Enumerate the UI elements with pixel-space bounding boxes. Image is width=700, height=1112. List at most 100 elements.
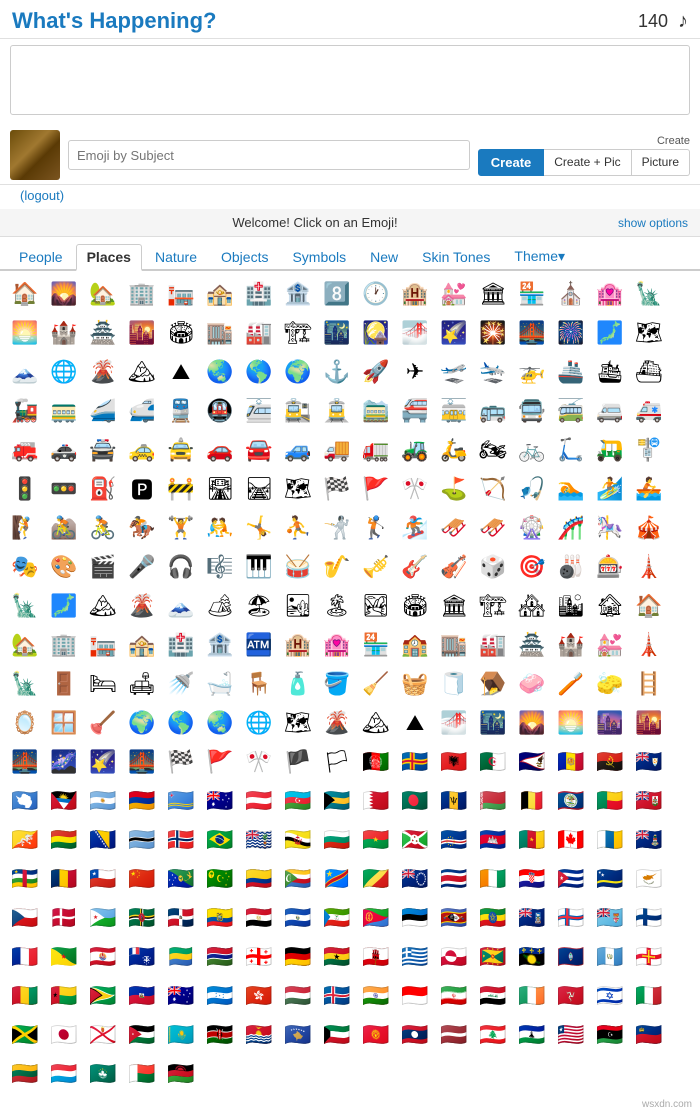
- emoji-item[interactable]: 🇨🇰: [396, 860, 434, 898]
- emoji-item[interactable]: 🇦🇴: [591, 743, 629, 781]
- emoji-item[interactable]: 🚔: [84, 431, 122, 469]
- emoji-item[interactable]: 🏔: [123, 353, 161, 391]
- emoji-item[interactable]: 🌍: [279, 353, 317, 391]
- emoji-item[interactable]: 🏟: [162, 314, 200, 352]
- logout-link[interactable]: (logout): [10, 186, 64, 203]
- emoji-item[interactable]: 🏥: [240, 275, 278, 313]
- emoji-item[interactable]: 🇦🇬: [45, 782, 83, 820]
- emoji-item[interactable]: 🇬🇾: [84, 977, 122, 1015]
- emoji-item[interactable]: 🇧🇼: [123, 821, 161, 859]
- emoji-item[interactable]: 🇨🇼: [591, 860, 629, 898]
- emoji-item[interactable]: 🚍: [513, 392, 551, 430]
- emoji-item[interactable]: 🗻: [162, 587, 200, 625]
- emoji-item[interactable]: 🌍: [123, 704, 161, 742]
- emoji-item[interactable]: 🇭🇷: [513, 860, 551, 898]
- emoji-item[interactable]: 🏧: [240, 626, 278, 664]
- emoji-item[interactable]: 🇬🇫: [45, 938, 83, 976]
- emoji-item[interactable]: 🌐: [45, 353, 83, 391]
- emoji-item[interactable]: 🚑: [630, 392, 668, 430]
- emoji-item[interactable]: 🇮🇹: [630, 977, 668, 1015]
- emoji-item[interactable]: 💒: [435, 275, 473, 313]
- emoji-item[interactable]: 🎇: [474, 314, 512, 352]
- emoji-item[interactable]: 🇫🇴: [552, 899, 590, 937]
- emoji-item[interactable]: ⛪: [552, 275, 590, 313]
- emoji-item[interactable]: 🏩: [591, 275, 629, 313]
- tab-objects[interactable]: Objects: [210, 244, 279, 269]
- emoji-item[interactable]: 🚄: [84, 392, 122, 430]
- emoji-item[interactable]: 🇮🇱: [591, 977, 629, 1015]
- emoji-item[interactable]: 🌇: [630, 704, 668, 742]
- emoji-item[interactable]: 🧹: [357, 665, 395, 703]
- emoji-item[interactable]: 🚕: [123, 431, 161, 469]
- emoji-item[interactable]: 🇬🇺: [552, 938, 590, 976]
- emoji-item[interactable]: ⛽: [84, 470, 122, 508]
- emoji-item[interactable]: 🚥: [45, 470, 83, 508]
- emoji-item[interactable]: 🎹: [240, 548, 278, 586]
- emoji-item[interactable]: 🇧🇴: [45, 821, 83, 859]
- create-pic-button[interactable]: Create + Pic: [544, 149, 631, 176]
- emoji-item[interactable]: 🇵🇫: [84, 938, 122, 976]
- emoji-item[interactable]: 🎆: [552, 314, 590, 352]
- emoji-item[interactable]: 🌐: [240, 704, 278, 742]
- emoji-item[interactable]: 🎰: [591, 548, 629, 586]
- emoji-item[interactable]: 🇱🇻: [435, 1016, 473, 1054]
- emoji-item[interactable]: 🏁: [318, 470, 356, 508]
- emoji-item[interactable]: 🚂: [6, 392, 44, 430]
- emoji-item[interactable]: 🚎: [552, 392, 590, 430]
- emoji-item[interactable]: 🌇: [123, 314, 161, 352]
- emoji-item[interactable]: 🇨🇩: [318, 860, 356, 898]
- emoji-item[interactable]: 🇰🇬: [357, 1016, 395, 1054]
- emoji-item[interactable]: 🏗: [279, 314, 317, 352]
- emoji-item[interactable]: 🚣: [630, 470, 668, 508]
- emoji-item[interactable]: 🏥: [162, 626, 200, 664]
- emoji-item[interactable]: 🌉: [6, 743, 44, 781]
- emoji-item[interactable]: 🎤: [123, 548, 161, 586]
- emoji-item[interactable]: 🇰🇮: [240, 1016, 278, 1054]
- emoji-item[interactable]: 🏤: [201, 275, 239, 313]
- emoji-item[interactable]: 🚜: [396, 431, 434, 469]
- emoji-item[interactable]: ⛴: [630, 353, 668, 391]
- emoji-item[interactable]: 🏬: [435, 626, 473, 664]
- emoji-item[interactable]: 🏠: [630, 587, 668, 625]
- emoji-item[interactable]: 🇦🇼: [162, 782, 200, 820]
- emoji-item[interactable]: 🇨🇷: [435, 860, 473, 898]
- emoji-item[interactable]: 🇱🇦: [396, 1016, 434, 1054]
- emoji-item[interactable]: 🇩🇯: [84, 899, 122, 937]
- emoji-item[interactable]: 🇰🇭: [474, 821, 512, 859]
- emoji-item[interactable]: 🏇: [123, 509, 161, 547]
- emoji-item[interactable]: 🧴: [279, 665, 317, 703]
- emoji-item[interactable]: 🚐: [591, 392, 629, 430]
- emoji-item[interactable]: 🇰🇼: [318, 1016, 356, 1054]
- emoji-item[interactable]: 🇪🇬: [240, 899, 278, 937]
- emoji-item[interactable]: ⚓: [318, 353, 356, 391]
- emoji-item[interactable]: 🇮🇸: [318, 977, 356, 1015]
- emoji-item[interactable]: 🇯🇲: [6, 1016, 44, 1054]
- emoji-item[interactable]: 🚈: [240, 392, 278, 430]
- emoji-item[interactable]: 🗼: [630, 548, 668, 586]
- emoji-item[interactable]: 🗺: [279, 470, 317, 508]
- emoji-item[interactable]: 🇩🇪: [279, 938, 317, 976]
- picture-button[interactable]: Picture: [632, 149, 690, 176]
- emoji-item[interactable]: 🎑: [357, 314, 395, 352]
- emoji-item[interactable]: 🇦🇫: [357, 743, 395, 781]
- emoji-item[interactable]: 🚝: [396, 392, 434, 430]
- emoji-item[interactable]: 🎡: [513, 509, 551, 547]
- emoji-item[interactable]: 🇨🇲: [513, 821, 551, 859]
- emoji-item[interactable]: 🕐: [357, 275, 395, 313]
- emoji-item[interactable]: 🗺: [630, 314, 668, 352]
- emoji-subject-input[interactable]: [68, 140, 470, 170]
- emoji-item[interactable]: 🇦🇿: [279, 782, 317, 820]
- emoji-item[interactable]: 🧻: [435, 665, 473, 703]
- emoji-item[interactable]: 🎯: [513, 548, 551, 586]
- emoji-item[interactable]: 🇱🇮: [630, 1016, 668, 1054]
- emoji-item[interactable]: 🎺: [357, 548, 395, 586]
- emoji-item[interactable]: 🌋: [123, 587, 161, 625]
- emoji-item[interactable]: 🌁: [396, 314, 434, 352]
- emoji-item[interactable]: 🇦🇲: [123, 782, 161, 820]
- emoji-item[interactable]: 🇹🇫: [123, 938, 161, 976]
- emoji-item[interactable]: 🏩: [318, 626, 356, 664]
- emoji-item[interactable]: 🏛: [474, 275, 512, 313]
- emoji-item[interactable]: 🌋: [84, 353, 122, 391]
- emoji-item[interactable]: 🇧🇫: [357, 821, 395, 859]
- emoji-item[interactable]: 🏛: [435, 587, 473, 625]
